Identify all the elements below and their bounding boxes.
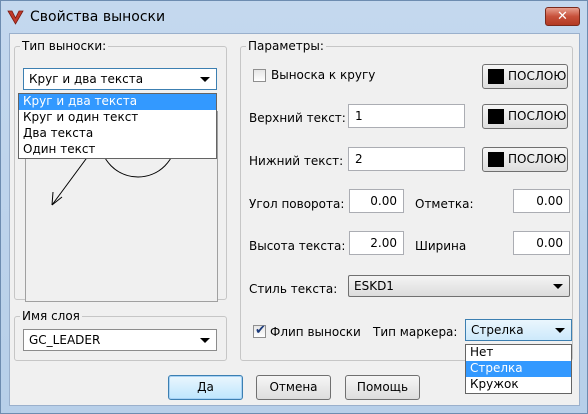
- leader-type-option[interactable]: Два текста: [19, 126, 216, 142]
- upper-text-value: 1: [355, 109, 363, 123]
- chevron-down-icon[interactable]: [553, 284, 563, 289]
- text-style-value: ESKD1: [354, 279, 394, 293]
- marker-type-value: Стрелка: [471, 323, 524, 337]
- text-height-value: 2.00: [370, 236, 397, 250]
- layer-combo-value: GC_LEADER: [29, 333, 101, 347]
- leader-type-combo[interactable]: Круг и два текста: [23, 68, 217, 90]
- mark-input[interactable]: 0.00: [513, 189, 570, 213]
- to-circle-checkbox[interactable]: [253, 69, 266, 82]
- rotation-input[interactable]: 0.00: [349, 189, 404, 213]
- ok-button[interactable]: Да: [168, 375, 243, 400]
- color-swatch: [488, 109, 504, 124]
- color-bylayer-button-1[interactable]: ПОСЛОЮ: [482, 64, 568, 89]
- chevron-down-icon[interactable]: [555, 328, 565, 333]
- to-circle-label[interactable]: Выноска к кругу: [271, 68, 375, 82]
- chevron-down-icon[interactable]: [200, 338, 210, 343]
- dialog-window: Свойства выноски ✕ Тип выноски: Круг и д…: [0, 0, 588, 414]
- text-style-combo[interactable]: ESKD1: [348, 275, 570, 297]
- help-button[interactable]: Помощь: [345, 375, 420, 400]
- bylayer-label: ПОСЛОЮ: [508, 152, 567, 166]
- lower-text-input[interactable]: 2: [348, 147, 465, 171]
- params-group-label: Параметры:: [246, 39, 326, 53]
- marker-type-combo[interactable]: Стрелка: [465, 319, 572, 341]
- text-style-label: Стиль текста:: [249, 282, 338, 296]
- chevron-down-icon[interactable]: [200, 77, 210, 82]
- width-input[interactable]: 0.00: [513, 231, 570, 255]
- text-height-label: Высота текста:: [249, 239, 346, 253]
- marker-option[interactable]: Нет: [466, 345, 571, 361]
- dialog-client-area: Тип выноски: Круг и два текста 1 2 Круг …: [9, 33, 580, 406]
- color-swatch: [488, 152, 504, 167]
- lower-text-label: Нижний текст:: [249, 154, 344, 168]
- app-logo-icon: [7, 10, 24, 25]
- upper-text-input[interactable]: 1: [348, 104, 465, 128]
- bylayer-label: ПОСЛОЮ: [508, 69, 567, 83]
- checkmark-icon: ✔: [255, 323, 266, 338]
- leader-type-option[interactable]: Один текст: [19, 142, 216, 158]
- leader-type-option[interactable]: Круг и один текст: [19, 110, 216, 126]
- color-bylayer-button-3[interactable]: ПОСЛОЮ: [482, 147, 568, 172]
- flip-label[interactable]: Флип выноски: [270, 325, 361, 339]
- layer-group: Имя слоя GC_LEADER: [14, 309, 227, 361]
- leader-type-option[interactable]: Круг и два текста: [19, 94, 216, 110]
- leader-type-group-label: Тип выноски:: [20, 39, 109, 53]
- params-group: Параметры: Выноска к кругу ПОСЛОЮ Верхни…: [240, 39, 573, 361]
- layer-combo[interactable]: GC_LEADER: [23, 329, 217, 351]
- mark-value: 0.00: [536, 194, 563, 208]
- marker-type-dropdown: Нет Стрелка Кружок: [465, 344, 572, 394]
- lower-text-value: 2: [355, 152, 363, 166]
- leader-type-dropdown: Круг и два текста Круг и один текст Два …: [18, 93, 217, 159]
- color-bylayer-button-2[interactable]: ПОСЛОЮ: [482, 104, 568, 129]
- mark-label: Отметка:: [415, 197, 474, 211]
- layer-group-label: Имя слоя: [20, 309, 82, 323]
- width-value: 0.00: [536, 236, 563, 250]
- rotation-label: Угол поворота:: [249, 197, 345, 211]
- bylayer-label: ПОСЛОЮ: [508, 109, 567, 123]
- upper-text-label: Верхний текст:: [249, 111, 346, 125]
- leader-type-combo-value: Круг и два текста: [29, 72, 144, 86]
- marker-type-label: Тип маркера:: [373, 325, 458, 339]
- window-title: Свойства выноски: [30, 9, 166, 25]
- cancel-button[interactable]: Отмена: [256, 375, 331, 400]
- width-label: Ширина: [415, 239, 467, 253]
- color-swatch: [488, 69, 504, 84]
- title-bar[interactable]: Свойства выноски ✕: [1, 1, 587, 33]
- close-button[interactable]: ✕: [545, 7, 580, 26]
- rotation-value: 0.00: [370, 194, 397, 208]
- leader-type-group: Тип выноски: Круг и два текста 1 2 Круг …: [14, 39, 227, 302]
- marker-option[interactable]: Кружок: [466, 377, 571, 393]
- text-height-input[interactable]: 2.00: [349, 231, 404, 255]
- marker-option[interactable]: Стрелка: [466, 361, 571, 377]
- flip-checkbox[interactable]: ✔: [253, 323, 266, 338]
